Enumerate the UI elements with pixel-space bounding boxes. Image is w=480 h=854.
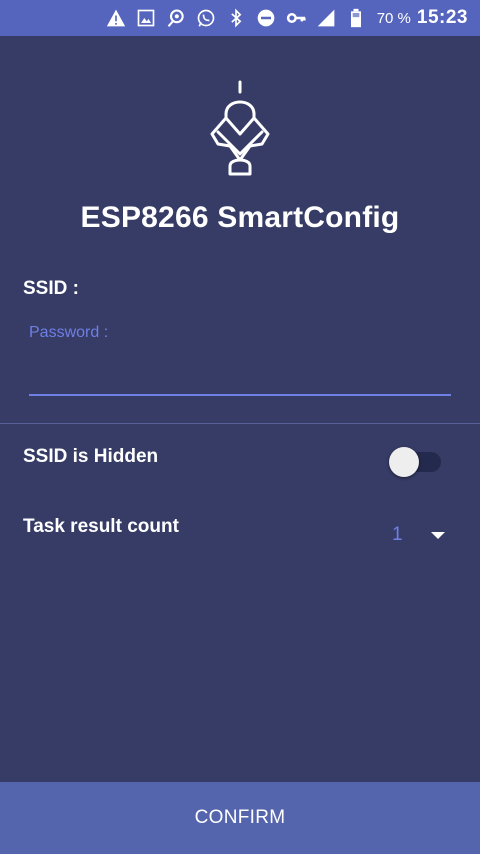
clock: 15:23: [416, 7, 468, 28]
battery-icon: [345, 7, 367, 29]
location-icon: [165, 7, 187, 29]
battery-percent: 70 %: [376, 9, 411, 27]
app-title: ESP8266 SmartConfig: [80, 201, 400, 234]
task-result-count-value: 1: [392, 524, 403, 545]
whatsapp-icon: [195, 7, 217, 29]
ssid-label: SSID :: [23, 278, 79, 299]
signal-icon: [315, 7, 337, 29]
task-result-count-spinner[interactable]: 1: [380, 520, 452, 552]
warning-icon: [105, 7, 127, 29]
switch-thumb: [389, 447, 419, 477]
dropdown-arrow-icon: [431, 532, 445, 539]
esp-robot-icon: [204, 80, 276, 176]
password-input[interactable]: [29, 360, 451, 390]
confirm-button[interactable]: CONFIRM: [0, 782, 480, 854]
bluetooth-icon: [225, 7, 247, 29]
ssid-hidden-label: SSID is Hidden: [23, 446, 159, 467]
password-underline: [29, 394, 451, 396]
image-icon: [135, 7, 157, 29]
password-field[interactable]: Password :: [29, 324, 451, 398]
do-not-disturb-icon: [255, 7, 277, 29]
divider: [0, 423, 480, 424]
ssid-hidden-switch[interactable]: [389, 447, 443, 477]
status-bar: 70 % 15:23: [0, 0, 480, 36]
task-result-count-label: Task result count: [23, 516, 179, 537]
status-icons: [105, 7, 367, 29]
key-icon: [285, 7, 307, 29]
password-hint: Password :: [29, 324, 109, 341]
